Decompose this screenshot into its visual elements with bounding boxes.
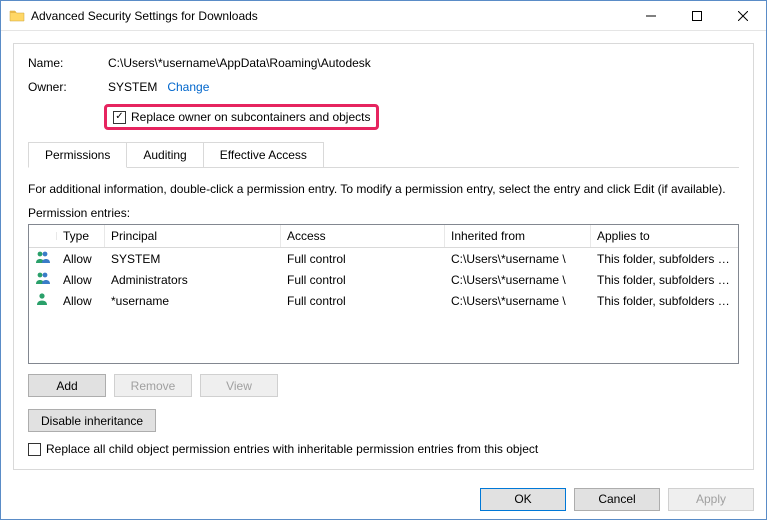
row-principal: SYSTEM bbox=[105, 250, 281, 268]
replace-owner-checkbox[interactable]: ✓ bbox=[113, 111, 126, 124]
view-button: View bbox=[200, 374, 278, 397]
row-principal: *username bbox=[105, 292, 281, 310]
tab-auditing[interactable]: Auditing bbox=[126, 142, 203, 168]
row-icon bbox=[29, 248, 57, 269]
owner-value: SYSTEM bbox=[108, 80, 157, 94]
row-access: Full control bbox=[281, 250, 445, 268]
row-inherited: C:\Users\*username \ bbox=[445, 292, 591, 310]
row-applies: This folder, subfolders and files bbox=[591, 250, 738, 268]
folder-icon bbox=[9, 8, 25, 24]
maximize-button[interactable] bbox=[674, 1, 720, 31]
disable-inheritance-button[interactable]: Disable inheritance bbox=[28, 409, 156, 432]
table-row[interactable]: AllowAdministratorsFull controlC:\Users\… bbox=[29, 269, 738, 290]
tab-page-permissions: For additional information, double-click… bbox=[28, 167, 739, 459]
remove-button: Remove bbox=[114, 374, 192, 397]
cancel-button[interactable]: Cancel bbox=[574, 488, 660, 511]
change-owner-link[interactable]: Change bbox=[167, 80, 209, 94]
close-button[interactable] bbox=[720, 1, 766, 31]
tab-bar: Permissions Auditing Effective Access bbox=[28, 142, 739, 168]
row-type: Allow bbox=[57, 292, 105, 310]
titlebar: Advanced Security Settings for Downloads bbox=[1, 1, 766, 31]
row-type: Allow bbox=[57, 271, 105, 289]
replace-owner-highlight: ✓ Replace owner on subcontainers and obj… bbox=[104, 104, 379, 130]
row-principal: Administrators bbox=[105, 271, 281, 289]
col-type[interactable]: Type bbox=[57, 225, 105, 247]
row-inherited: C:\Users\*username \ bbox=[445, 271, 591, 289]
row-applies: This folder, subfolders and files bbox=[591, 292, 738, 310]
row-icon bbox=[29, 290, 57, 311]
col-icon[interactable] bbox=[29, 232, 57, 240]
ok-button[interactable]: OK bbox=[480, 488, 566, 511]
table-row[interactable]: AllowSYSTEMFull controlC:\Users\*usernam… bbox=[29, 248, 738, 269]
dialog-footer: OK Cancel Apply bbox=[1, 478, 766, 521]
tab-permissions[interactable]: Permissions bbox=[28, 142, 127, 168]
col-applies[interactable]: Applies to bbox=[591, 225, 738, 247]
grid-header: Type Principal Access Inherited from App… bbox=[29, 225, 738, 248]
name-row: Name: C:\Users\*username\AppData\Roaming… bbox=[28, 56, 739, 70]
main-panel: Name: C:\Users\*username\AppData\Roaming… bbox=[13, 43, 754, 470]
window-title: Advanced Security Settings for Downloads bbox=[31, 9, 258, 23]
name-label: Name: bbox=[28, 56, 108, 70]
row-access: Full control bbox=[281, 271, 445, 289]
add-button[interactable]: Add bbox=[28, 374, 106, 397]
info-text: For additional information, double-click… bbox=[28, 182, 739, 196]
permission-grid[interactable]: Type Principal Access Inherited from App… bbox=[28, 224, 739, 364]
row-applies: This folder, subfolders and files bbox=[591, 271, 738, 289]
replace-child-checkbox[interactable] bbox=[28, 443, 41, 456]
apply-button: Apply bbox=[668, 488, 754, 511]
row-icon bbox=[29, 269, 57, 290]
replace-owner-label: Replace owner on subcontainers and objec… bbox=[131, 110, 370, 124]
replace-child-label: Replace all child object permission entr… bbox=[46, 442, 538, 456]
col-inherited[interactable]: Inherited from bbox=[445, 225, 591, 247]
owner-label: Owner: bbox=[28, 80, 108, 94]
owner-row: Owner: SYSTEM Change bbox=[28, 80, 739, 94]
col-access[interactable]: Access bbox=[281, 225, 445, 247]
entry-buttons: Add Remove View bbox=[28, 374, 739, 397]
row-inherited: C:\Users\*username \ bbox=[445, 250, 591, 268]
minimize-button[interactable] bbox=[628, 1, 674, 31]
name-value: C:\Users\*username\AppData\Roaming\Autod… bbox=[108, 56, 371, 70]
tab-effective-access[interactable]: Effective Access bbox=[203, 142, 324, 168]
entries-label: Permission entries: bbox=[28, 206, 739, 220]
col-principal[interactable]: Principal bbox=[105, 225, 281, 247]
row-access: Full control bbox=[281, 292, 445, 310]
row-type: Allow bbox=[57, 250, 105, 268]
table-row[interactable]: Allow*usernameFull controlC:\Users\*user… bbox=[29, 290, 738, 311]
replace-child-row: Replace all child object permission entr… bbox=[28, 442, 538, 456]
